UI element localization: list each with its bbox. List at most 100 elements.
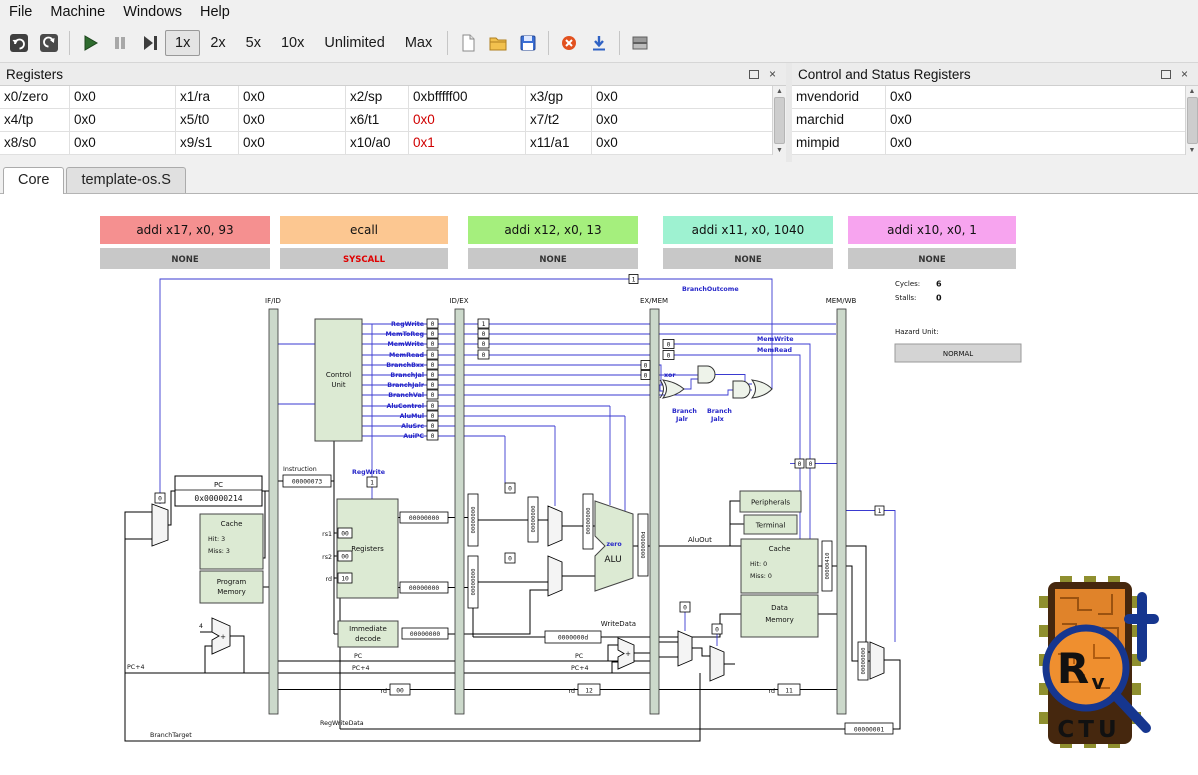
scroll-thumb[interactable] <box>1186 97 1198 144</box>
branch-jalr-label: Branch <box>672 408 697 415</box>
instruction-status: NONE <box>539 255 566 265</box>
menu-help[interactable]: Help <box>191 1 239 23</box>
csr-value[interactable]: 0x0 <box>886 109 1198 132</box>
reset-button[interactable] <box>4 28 34 58</box>
scroll-thumb[interactable] <box>774 97 785 144</box>
writeback-mux <box>869 641 885 680</box>
close-sim-button[interactable] <box>554 28 584 58</box>
register-value-changed[interactable]: 0x1 <box>409 132 526 155</box>
control-signals: RegWrite 0 1 MemToReg 0 0 MemWrite 0 0 M… <box>385 318 490 441</box>
rd-value: 12 <box>585 688 593 695</box>
scroll-down-icon[interactable]: ▼ <box>776 145 783 155</box>
scroll-up-icon[interactable]: ▲ <box>776 86 783 96</box>
latch-value: 00000000 <box>471 507 477 534</box>
instruction-text: addi x12, x0, 13 <box>504 223 601 237</box>
cache-miss: Miss: 3 <box>208 548 230 555</box>
hazard-unit-label: Hazard Unit: <box>895 328 939 336</box>
menu-machine[interactable]: Machine <box>41 1 114 23</box>
register-name: x3/gp <box>526 86 592 109</box>
terminal-label: Terminal <box>755 522 786 530</box>
close-panel-button[interactable]: × <box>1177 67 1192 82</box>
signal-label: AuiPC <box>403 433 424 440</box>
run-button[interactable] <box>75 28 105 58</box>
register-value[interactable]: 0x0 <box>70 86 176 109</box>
scroll-down-icon[interactable]: ▼ <box>1189 145 1196 155</box>
register-value[interactable]: 0x0 <box>592 132 786 155</box>
speed-unlimited[interactable]: Unlimited <box>314 30 394 56</box>
control-unit[interactable]: Control Unit <box>314 318 363 442</box>
mem-address-value: 00000410 <box>825 553 831 580</box>
and-gate <box>732 380 751 399</box>
registers-scrollbar[interactable]: ▲ ▼ <box>772 86 786 155</box>
cycles-label: Cycles: <box>895 280 920 288</box>
menu-windows[interactable]: Windows <box>114 1 191 23</box>
speed-5x[interactable]: 5x <box>236 30 271 56</box>
tab-source-file[interactable]: template-os.S <box>66 167 186 193</box>
save-file-button[interactable] <box>513 28 543 58</box>
pipeline-instruction-wb[interactable]: addi x17, x0, 93 NONE <box>100 216 270 269</box>
branch-target-mux <box>677 630 693 667</box>
logo-ctu: CTU <box>1057 717 1120 743</box>
branch-outcome-label: BranchOutcome <box>682 286 739 293</box>
menu-file[interactable]: File <box>0 1 41 23</box>
register-file[interactable]: Registers rs1 00 rs2 00 rd 10 00000000 0… <box>322 498 449 599</box>
data-cache[interactable]: Cache Hit: 0 Miss: 0 <box>740 538 819 594</box>
register-value[interactable]: 0x0 <box>592 109 786 132</box>
scroll-up-icon[interactable]: ▲ <box>1189 86 1196 96</box>
alu-src2-mux <box>547 555 563 597</box>
memory-tool-button[interactable] <box>625 28 655 58</box>
alu-zero-flag: zero <box>606 541 622 548</box>
register-value[interactable]: 0x0 <box>239 132 346 155</box>
fetch-button[interactable] <box>584 28 614 58</box>
speed-1x[interactable]: 1x <box>165 30 201 56</box>
csr-name: mimpid <box>792 132 886 155</box>
program-cache[interactable]: Cache Hit: 3 Miss: 3 <box>199 513 264 570</box>
register-value[interactable]: 0x0 <box>239 109 346 132</box>
step-button[interactable] <box>135 28 165 58</box>
alu[interactable]: zero ALU <box>594 500 634 592</box>
pause-button[interactable] <box>105 28 135 58</box>
program-counter[interactable]: PC 0x00000214 <box>174 475 263 507</box>
open-file-button[interactable] <box>483 28 513 58</box>
float-panel-button[interactable] <box>1158 67 1173 82</box>
data-memory[interactable]: Data Memory <box>740 594 819 638</box>
csr-value[interactable]: 0x0 <box>886 132 1198 155</box>
speed-2x[interactable]: 2x <box>200 30 235 56</box>
peripherals-block[interactable]: Peripherals <box>739 490 802 513</box>
csr-scrollbar[interactable]: ▲ ▼ <box>1185 86 1198 155</box>
register-value[interactable]: 0x0 <box>70 109 176 132</box>
immediate-decode[interactable]: Immediate decode 00000000 <box>337 620 449 648</box>
pipeline-diagram: addi x17, x0, 93 NONE ecall SYSCALL addi… <box>100 216 1159 748</box>
register-name: x10/a0 <box>346 132 409 155</box>
register-name: x11/a1 <box>526 132 592 155</box>
pipeline-instruction-if[interactable]: addi x10, x0, 1 NONE <box>848 216 1016 269</box>
pipeline-instruction-ex[interactable]: addi x12, x0, 13 NONE <box>468 216 638 269</box>
speed-10x[interactable]: 10x <box>271 30 314 56</box>
close-panel-button[interactable]: × <box>765 67 780 82</box>
signal-value: 0 <box>431 341 435 348</box>
pipeline-instruction-mem[interactable]: ecall SYSCALL <box>280 216 448 269</box>
tab-core[interactable]: Core <box>3 167 65 194</box>
stalls-label: Stalls: <box>895 294 916 302</box>
stalls-value: 0 <box>936 294 942 303</box>
register-value[interactable]: 0x0 <box>592 86 786 109</box>
program-memory[interactable]: Program Memory <box>199 570 264 604</box>
package-icon <box>632 36 648 50</box>
register-value[interactable]: 0xbfffff00 <box>409 86 526 109</box>
signal-label: BranchBxx <box>386 362 424 369</box>
new-file-button[interactable] <box>453 28 483 58</box>
register-value[interactable]: 0x0 <box>70 132 176 155</box>
float-panel-button[interactable] <box>746 67 761 82</box>
reload-button[interactable] <box>34 28 64 58</box>
speed-max[interactable]: Max <box>395 30 442 56</box>
wb-signal-value: 0 <box>809 461 813 468</box>
mux-select-value: 0 <box>158 496 162 503</box>
aluout-label: AluOut <box>688 536 712 544</box>
terminal-block[interactable]: Terminal <box>743 514 798 535</box>
register-value[interactable]: 0x0 <box>239 86 346 109</box>
csr-value[interactable]: 0x0 <box>886 86 1198 109</box>
pipeline-instruction-id[interactable]: addi x11, x0, 1040 NONE <box>663 216 833 269</box>
pc4-bus-label: PC+4 <box>352 665 369 672</box>
register-value-changed[interactable]: 0x0 <box>409 109 526 132</box>
rd-value: 00 <box>396 688 404 695</box>
